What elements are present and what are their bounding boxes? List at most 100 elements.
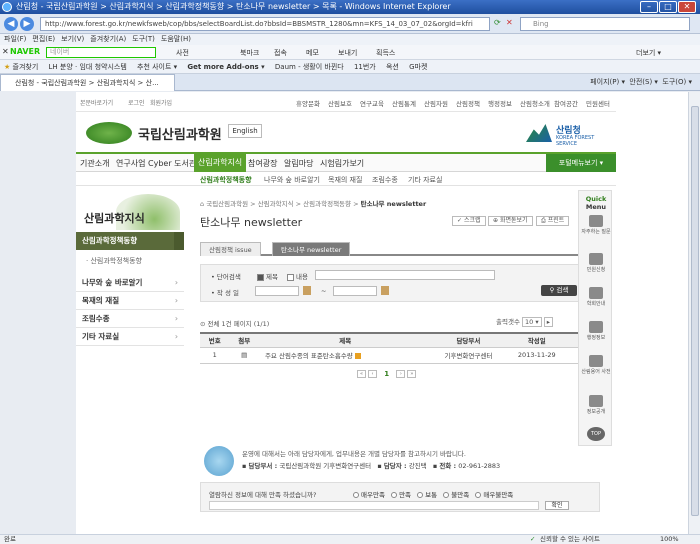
naver-more[interactable]: 더보기 ▾	[636, 48, 661, 58]
checkbox-content[interactable]	[287, 273, 294, 281]
toplink-2[interactable]: 연구교육	[360, 98, 384, 108]
naver-dictionary[interactable]: 사전	[176, 48, 189, 58]
menu-file[interactable]: 파일(F)	[4, 34, 26, 45]
go-button[interactable]: ▸	[543, 317, 553, 327]
option-unsatisfied[interactable]: 불만족	[441, 491, 469, 499]
fav-daum[interactable]: Daum - 생활이 바뀐다	[275, 63, 344, 71]
current-page[interactable]: 1	[384, 370, 389, 378]
breadcrumb-1[interactable]: 산림과학지식	[258, 200, 294, 208]
gnav-research[interactable]: 연구사업	[116, 158, 145, 169]
lnb-item-species[interactable]: 조림수종 ›	[76, 310, 184, 328]
forward-icon[interactable]: ▶	[20, 17, 34, 31]
close-window-button[interactable]: ✕	[678, 1, 696, 13]
radio[interactable]	[475, 492, 482, 498]
print-button[interactable]: ⎙ 프린트	[536, 216, 570, 226]
toplink-4[interactable]: 산림자원	[424, 98, 448, 108]
english-button[interactable]: English	[228, 124, 262, 138]
menu-tools[interactable]: 도구(T)	[132, 34, 155, 45]
quick-dictionary[interactable]: 산림용어 사전	[581, 355, 611, 375]
calendar-icon[interactable]	[381, 286, 389, 295]
opt-title[interactable]: 제목	[255, 271, 278, 281]
radio[interactable]	[443, 492, 450, 498]
quick-admin[interactable]: 행정정보	[581, 321, 611, 341]
refresh-icon[interactable]: ⟳	[494, 18, 501, 27]
vertical-scrollbar[interactable]	[688, 92, 700, 534]
radio[interactable]	[417, 492, 424, 498]
lnb-item-tree[interactable]: 나무와 숲 바로알기 ›	[76, 274, 184, 292]
skip-to-content[interactable]: 본문바로가기	[80, 98, 113, 107]
menu-help[interactable]: 도움말(H)	[161, 34, 191, 45]
subnav-4[interactable]: 기타 자료실	[408, 175, 442, 185]
gnav-participation[interactable]: 참여광장	[248, 158, 277, 169]
toplink-8[interactable]: 참여공간	[554, 98, 578, 108]
toplink-1[interactable]: 산림보호	[328, 98, 352, 108]
lnb-subitem[interactable]: · 산림과학정책동향	[86, 256, 142, 266]
lnb-item-active[interactable]: 산림과학정책동향	[76, 232, 184, 250]
portal-menu-button[interactable]: 포털메뉴보기 ▾	[546, 154, 616, 172]
toplink-0[interactable]: 휴양문화	[296, 98, 320, 108]
toplink-3[interactable]: 산림통계	[392, 98, 416, 108]
security-zone[interactable]: 신뢰할 수 있는 사이트	[540, 535, 600, 544]
subnav-2[interactable]: 목재의 재질	[328, 175, 362, 185]
menu-edit[interactable]: 편집(E)	[32, 34, 55, 45]
scrap-button[interactable]: ✓ 스크랩	[452, 216, 486, 226]
toplink-5[interactable]: 산림정책	[456, 98, 480, 108]
toplink-6[interactable]: 행정정보	[488, 98, 512, 108]
start-date-input[interactable]	[255, 286, 299, 296]
url-field[interactable]: http://www.forest.go.kr/newkfsweb/cop/bb…	[40, 17, 490, 31]
site-logo[interactable]: 국립산림과학원	[138, 124, 222, 143]
lnb-item-wood[interactable]: 목재의 재질 ›	[76, 292, 184, 310]
option-very-unsatisfied[interactable]: 매우불만족	[473, 491, 513, 499]
fav-lh[interactable]: LH 분양 · 임대 청약시스템	[49, 63, 127, 71]
top-button[interactable]: TOP	[587, 427, 605, 441]
cell-title[interactable]: 주요 산림수종의 표준탄소흡수량	[258, 347, 432, 364]
close-toolbar-icon[interactable]: ✕	[2, 47, 9, 56]
stop-icon[interactable]: ✕	[506, 18, 513, 27]
radio[interactable]	[353, 492, 359, 498]
opt-content[interactable]: 내용	[285, 271, 308, 281]
gnav-knowledge[interactable]: 산림과학지식	[194, 154, 247, 172]
lnb-item-etc[interactable]: 기타 자료실 ›	[76, 328, 184, 346]
keyword-input[interactable]	[315, 270, 495, 280]
minimize-button[interactable]: –	[640, 1, 658, 13]
per-page-select[interactable]: 10 ▾	[522, 317, 542, 327]
favorites-label[interactable]: 즐겨찾기	[13, 63, 39, 71]
naver-capture[interactable]: 획득스	[376, 48, 395, 58]
home-icon[interactable]: ⌂	[200, 200, 204, 208]
option-normal[interactable]: 보통	[415, 491, 437, 499]
post-title-link[interactable]: 주요 산림수종의 표준탄소흡수량	[265, 352, 353, 360]
tab-policy-issue[interactable]: 산림정책 issue	[200, 242, 261, 256]
toplink-7[interactable]: 산림청소개	[520, 98, 550, 108]
safety-menu[interactable]: 안전(S) ▾	[629, 78, 658, 86]
search-input[interactable]: Bing	[520, 17, 690, 31]
page-menu[interactable]: 페이지(P) ▾	[590, 78, 625, 86]
quick-petition[interactable]: 민원신청	[581, 253, 611, 273]
zoom-level[interactable]: 100%	[660, 535, 679, 544]
breadcrumb-2[interactable]: 산림과학정책동향	[303, 200, 351, 208]
next-page-icon[interactable]: ›	[396, 370, 406, 378]
tools-menu[interactable]: 도구(O) ▾	[662, 78, 692, 86]
fav-gmarket[interactable]: G마켓	[409, 63, 427, 71]
quick-faq[interactable]: 자주하는 질문	[581, 215, 611, 235]
gnav-forest-visit[interactable]: 시험림가보기	[320, 158, 364, 169]
maximize-button[interactable]: □	[659, 1, 677, 13]
quick-academy[interactable]: 학회안내	[581, 287, 611, 307]
login-link[interactable]: 로그인	[128, 98, 145, 107]
back-icon[interactable]: ◀	[4, 17, 18, 31]
survey-ok-button[interactable]: 확인	[545, 501, 569, 510]
subnav-0[interactable]: 산림과학정책동향	[200, 175, 252, 185]
radio[interactable]	[391, 492, 398, 498]
zoom-button[interactable]: ⊕ 화면돋보기	[488, 216, 533, 226]
attachment-icon[interactable]: ▤	[229, 347, 259, 364]
quick-disclosure[interactable]: 정보공개	[581, 395, 611, 415]
survey-comment-input[interactable]	[209, 501, 539, 510]
fav-addons[interactable]: Get more Add-ons ▾	[187, 63, 264, 71]
naver-connect[interactable]: 접속	[274, 48, 287, 58]
menu-favorites[interactable]: 즐겨찾기(A)	[90, 34, 126, 45]
fav-auction[interactable]: 옥션	[386, 63, 399, 71]
end-date-input[interactable]	[333, 286, 377, 296]
gnav-notice[interactable]: 알림마당	[284, 158, 313, 169]
breadcrumb-0[interactable]: 국립산림과학원	[206, 200, 248, 208]
option-very-satisfied[interactable]: 매우만족	[351, 491, 385, 499]
fav-recommended[interactable]: 추천 사이트 ▾	[137, 63, 177, 71]
